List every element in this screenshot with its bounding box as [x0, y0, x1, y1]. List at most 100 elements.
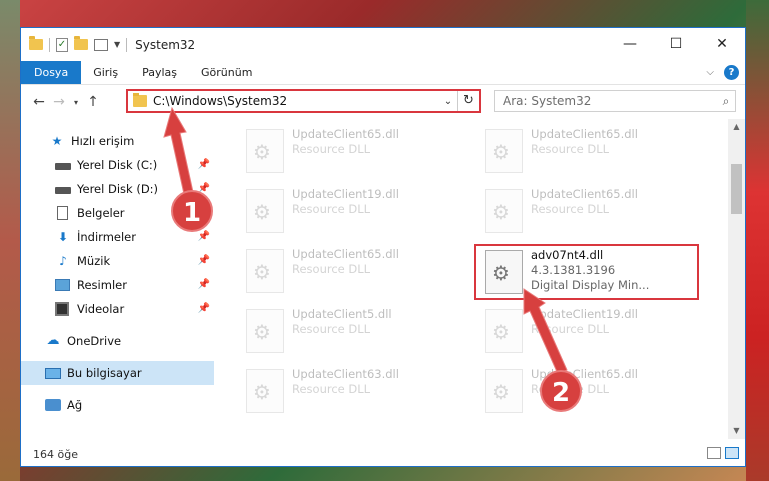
- file-type: Resource DLL: [531, 322, 610, 336]
- search-input[interactable]: Ara: System32 ⌕: [494, 90, 736, 112]
- ribbon-tabs: Dosya Giriş Paylaş Görünüm ⌵ ?: [21, 61, 745, 85]
- file-type: Resource DLL: [292, 262, 371, 276]
- step-badge-1: 1: [171, 190, 213, 232]
- recent-locations-icon[interactable]: ▾: [69, 98, 83, 107]
- title-bar: ✓ ▼ System32 — ☐ ✕: [21, 28, 745, 61]
- dll-file-icon: ⚙: [246, 369, 284, 413]
- address-bar[interactable]: C:\Windows\System32 ⌄ ↻: [126, 89, 481, 113]
- vertical-scrollbar[interactable]: ▲ ▼: [728, 119, 745, 439]
- maximize-button[interactable]: ☐: [653, 28, 699, 60]
- sidebar-item-label: Yerel Disk (D:): [77, 182, 159, 196]
- chevron-down-icon[interactable]: ▼: [114, 40, 120, 49]
- back-arrow-icon[interactable]: ←: [29, 94, 49, 110]
- gear-icon: ⚙: [492, 200, 510, 224]
- sidebar-item-this-pc[interactable]: Bu bilgisayar: [21, 361, 214, 385]
- folder-icon: [133, 93, 147, 107]
- properties-icon[interactable]: [94, 38, 108, 51]
- file-item[interactable]: ⚙ UpdateClient19.dll Resource DLL: [246, 187, 466, 237]
- file-item[interactable]: ⚙ UpdateClient65.dllResource DLL: [485, 127, 705, 177]
- dll-file-icon: ⚙: [485, 189, 523, 233]
- desktop-background-left: [0, 0, 20, 481]
- file-item[interactable]: ⚙ UpdateClient65.dllResource DLL: [485, 367, 705, 417]
- music-icon: ♪: [59, 254, 67, 268]
- view-switcher: [707, 447, 739, 459]
- window-controls: — ☐ ✕: [607, 28, 745, 60]
- file-name: UpdateClient65.dll: [292, 247, 399, 261]
- sidebar-item-local-disk-c[interactable]: Yerel Disk (C:) 📌: [21, 153, 214, 177]
- sidebar-item-label: Resimler: [77, 278, 127, 292]
- file-item[interactable]: ⚙ UpdateClient63.dll Resource DLL: [246, 367, 466, 417]
- gear-icon: ⚙: [253, 380, 271, 404]
- up-arrow-icon[interactable]: ↑: [83, 94, 103, 110]
- desktop-background-right: [746, 0, 769, 481]
- forward-arrow-icon[interactable]: →: [49, 94, 69, 110]
- sidebar-item-videos[interactable]: Videolar 📌: [21, 297, 214, 321]
- file-item[interactable]: ⚙ UpdateClient65.dllResource DLL: [485, 187, 705, 237]
- file-type: Resource DLL: [292, 202, 371, 216]
- close-button[interactable]: ✕: [699, 28, 745, 60]
- file-name: UpdateClient65.dll: [292, 127, 399, 141]
- chevron-down-icon[interactable]: ⌄: [439, 96, 457, 107]
- sidebar-item-network[interactable]: Ağ: [21, 393, 214, 417]
- pin-icon[interactable]: 📌: [198, 279, 210, 290]
- drive-icon: [55, 187, 71, 194]
- refresh-icon[interactable]: ↻: [457, 91, 479, 111]
- properties-check-icon[interactable]: ✓: [56, 37, 68, 52]
- status-bar: 164 öğe: [21, 442, 745, 466]
- sidebar-item-label: Yerel Disk (C:): [77, 158, 158, 172]
- details-view-icon[interactable]: [707, 447, 721, 459]
- tab-file[interactable]: Dosya: [21, 61, 82, 84]
- sidebar-item-label: Ağ: [67, 398, 83, 412]
- sidebar-item-label: İndirmeler: [77, 230, 136, 244]
- search-icon[interactable]: ⌕: [717, 94, 735, 109]
- file-name: UpdateClient19.dll: [292, 187, 399, 201]
- sidebar-item-music[interactable]: ♪ Müzik 📌: [21, 249, 214, 273]
- file-name: UpdateClient65.dll: [531, 187, 638, 201]
- dll-file-icon: ⚙: [246, 129, 284, 173]
- file-item[interactable]: ⚙ UpdateClient19.dll Resource DLL: [485, 307, 705, 357]
- scroll-up-icon[interactable]: ▲: [728, 119, 745, 135]
- tab-view[interactable]: Görünüm: [189, 61, 264, 84]
- gear-icon: ⚙: [492, 380, 510, 404]
- expand-ribbon-icon[interactable]: ⌵: [706, 67, 714, 78]
- sidebar-item-onedrive[interactable]: ☁ OneDrive: [21, 329, 214, 353]
- sidebar-item-label: Hızlı erişim: [71, 134, 135, 148]
- window-title: System32: [135, 37, 196, 52]
- sidebar-item-pictures[interactable]: Resimler 📌: [21, 273, 214, 297]
- sidebar-item-label: Belgeler: [77, 206, 125, 220]
- sidebar-item-quick-access[interactable]: ★ Hızlı erişim: [21, 129, 214, 153]
- minimize-button[interactable]: —: [607, 28, 653, 60]
- file-item[interactable]: ⚙ UpdateClient65.dllResource DLL: [246, 247, 466, 297]
- address-path[interactable]: C:\Windows\System32: [153, 94, 439, 108]
- pin-icon[interactable]: 📌: [198, 231, 210, 242]
- tab-home[interactable]: Giriş: [81, 61, 130, 84]
- gear-icon: ⚙: [253, 320, 271, 344]
- file-type: Resource DLL: [531, 202, 610, 216]
- gear-icon: ⚙: [492, 140, 510, 164]
- file-item[interactable]: ⚙ UpdateClient5.dll Resource DLL: [246, 307, 466, 357]
- pin-icon[interactable]: 📌: [198, 255, 210, 266]
- sidebar-item-label: Bu bilgisayar: [67, 366, 142, 380]
- file-name: UpdateClient19.dll: [531, 307, 638, 321]
- tab-share[interactable]: Paylaş: [130, 61, 189, 84]
- scroll-thumb[interactable]: [731, 164, 742, 214]
- folder-icon: [29, 36, 43, 50]
- document-icon: [57, 206, 68, 220]
- scroll-down-icon[interactable]: ▼: [728, 423, 745, 439]
- address-row: ← → ▾ ↑ C:\Windows\System32 ⌄ ↻ Ara: Sys…: [21, 85, 745, 119]
- download-icon: ⬇: [57, 230, 69, 244]
- sidebar-item-label: Müzik: [77, 254, 111, 268]
- help-icon[interactable]: ?: [724, 65, 739, 80]
- dll-file-icon: ⚙: [485, 309, 523, 353]
- file-item[interactable]: ⚙ UpdateClient65.dllResource DLL: [246, 127, 466, 177]
- new-folder-icon[interactable]: [74, 36, 88, 50]
- network-icon: [45, 399, 61, 411]
- pin-icon[interactable]: 📌: [198, 303, 210, 314]
- sidebar-item-label: OneDrive: [67, 334, 122, 348]
- pin-icon[interactable]: 📌: [198, 159, 210, 170]
- dll-file-icon: ⚙: [246, 189, 284, 233]
- large-icons-view-icon[interactable]: [725, 447, 739, 459]
- file-type: Resource DLL: [292, 382, 371, 396]
- dll-file-icon: ⚙: [246, 309, 284, 353]
- ribbon-right-controls: ⌵ ?: [706, 65, 739, 80]
